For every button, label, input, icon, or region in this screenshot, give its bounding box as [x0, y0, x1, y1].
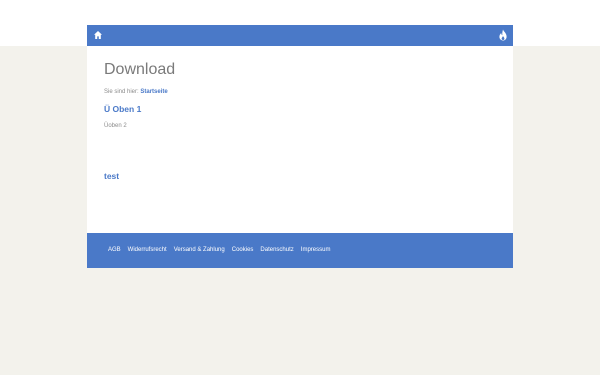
- breadcrumb-prefix: Sie sind hier:: [104, 89, 139, 95]
- footer-link-datenschutz[interactable]: Datenschutz: [260, 246, 293, 254]
- top-navbar: [87, 25, 513, 46]
- main-content: Download Sie sind hier: Startseite Ü Obe…: [104, 60, 496, 130]
- heading-oben-1: Ü Oben 1: [104, 104, 142, 114]
- footer-nav: AGB Widerrufsrecht Versand & Zahlung Coo…: [108, 246, 330, 254]
- test-link[interactable]: test: [104, 171, 119, 182]
- footer-link-cookies[interactable]: Cookies: [232, 246, 254, 254]
- footer-link-agb[interactable]: AGB: [108, 246, 121, 254]
- fire-icon: [499, 29, 507, 41]
- home-link[interactable]: [93, 30, 103, 40]
- footer-link-widerrufsrecht[interactable]: Widerrufsrecht: [128, 246, 167, 254]
- footer: AGB Widerrufsrecht Versand & Zahlung Coo…: [87, 233, 513, 268]
- home-icon: [94, 31, 102, 39]
- heading-oben-2: Üoben 2: [104, 123, 127, 129]
- page-container: Download Sie sind hier: Startseite Ü Obe…: [87, 25, 513, 268]
- fire-link[interactable]: [498, 29, 508, 41]
- breadcrumb-link-startseite[interactable]: Startseite: [140, 89, 167, 95]
- page-title: Download: [104, 61, 176, 78]
- breadcrumb: Sie sind hier: Startseite: [104, 88, 496, 96]
- footer-link-impressum[interactable]: Impressum: [301, 246, 331, 254]
- footer-link-versand-zahlung[interactable]: Versand & Zahlung: [174, 246, 225, 254]
